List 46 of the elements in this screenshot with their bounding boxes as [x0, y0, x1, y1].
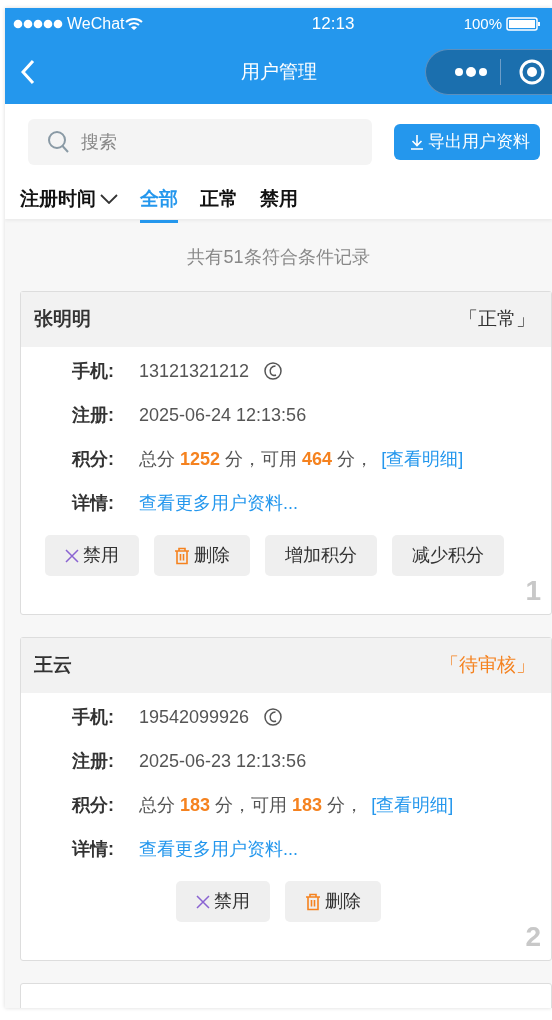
field-label: 详情:	[72, 491, 115, 515]
user-name: 张明明	[34, 307, 91, 332]
wifi-icon	[124, 17, 143, 31]
download-icon	[410, 134, 424, 150]
field-label: 详情:	[72, 837, 115, 861]
action-button[interactable]: 禁用	[45, 535, 139, 576]
close-icon	[196, 894, 210, 909]
status-label: 「待审核」	[440, 653, 535, 678]
field-label: 手机:	[72, 359, 115, 383]
field-label: 注册:	[72, 403, 115, 427]
points-text: 总分 1252 分，可用 464 分，	[139, 447, 374, 471]
field-label: 积分:	[72, 793, 115, 817]
status-label: 「正常」	[459, 307, 535, 332]
action-button[interactable]: 减少积分	[392, 535, 504, 576]
record-count: 共有51条符合条件记录	[186, 246, 371, 269]
trash-icon	[174, 546, 190, 565]
field-value: 2025-06-23 12:13:56	[139, 749, 307, 773]
page-title: 用户管理	[240, 60, 317, 84]
close-icon	[65, 548, 79, 563]
action-button[interactable]: 增加积分	[265, 535, 377, 576]
action-button[interactable]: 禁用	[176, 881, 270, 922]
signal-icon	[13, 18, 63, 30]
tab[interactable]: 正常	[200, 185, 238, 223]
phone-number: 19542099926	[139, 705, 250, 729]
action-button[interactable]: 删除	[154, 535, 250, 576]
tab[interactable]: 禁用	[260, 185, 298, 223]
back-button[interactable]	[21, 59, 35, 85]
search-field[interactable]: 搜索	[28, 119, 372, 165]
field-label: 注册:	[72, 749, 115, 773]
close-button[interactable]	[519, 59, 545, 85]
field-label: 积分:	[72, 447, 115, 471]
user-name: 王云	[34, 653, 72, 678]
battery-percent: 100%	[463, 13, 502, 34]
chevron-down-icon	[100, 194, 118, 205]
carrier-name: WeChat	[67, 14, 125, 34]
field-label: 手机:	[72, 705, 115, 729]
field-value: 2025-06-24 12:13:56	[139, 403, 307, 427]
action-button[interactable]: 删除	[285, 881, 381, 922]
filter-dropdown[interactable]: 注册时间	[20, 185, 118, 223]
phone-number: 13121321212	[139, 359, 250, 383]
more-button[interactable]	[454, 66, 488, 78]
points-text: 总分 183 分，可用 183 分，	[139, 793, 364, 817]
status-time: 12:13	[310, 13, 355, 36]
trash-icon	[305, 892, 321, 911]
search-icon	[47, 130, 71, 154]
battery-icon	[506, 16, 540, 32]
